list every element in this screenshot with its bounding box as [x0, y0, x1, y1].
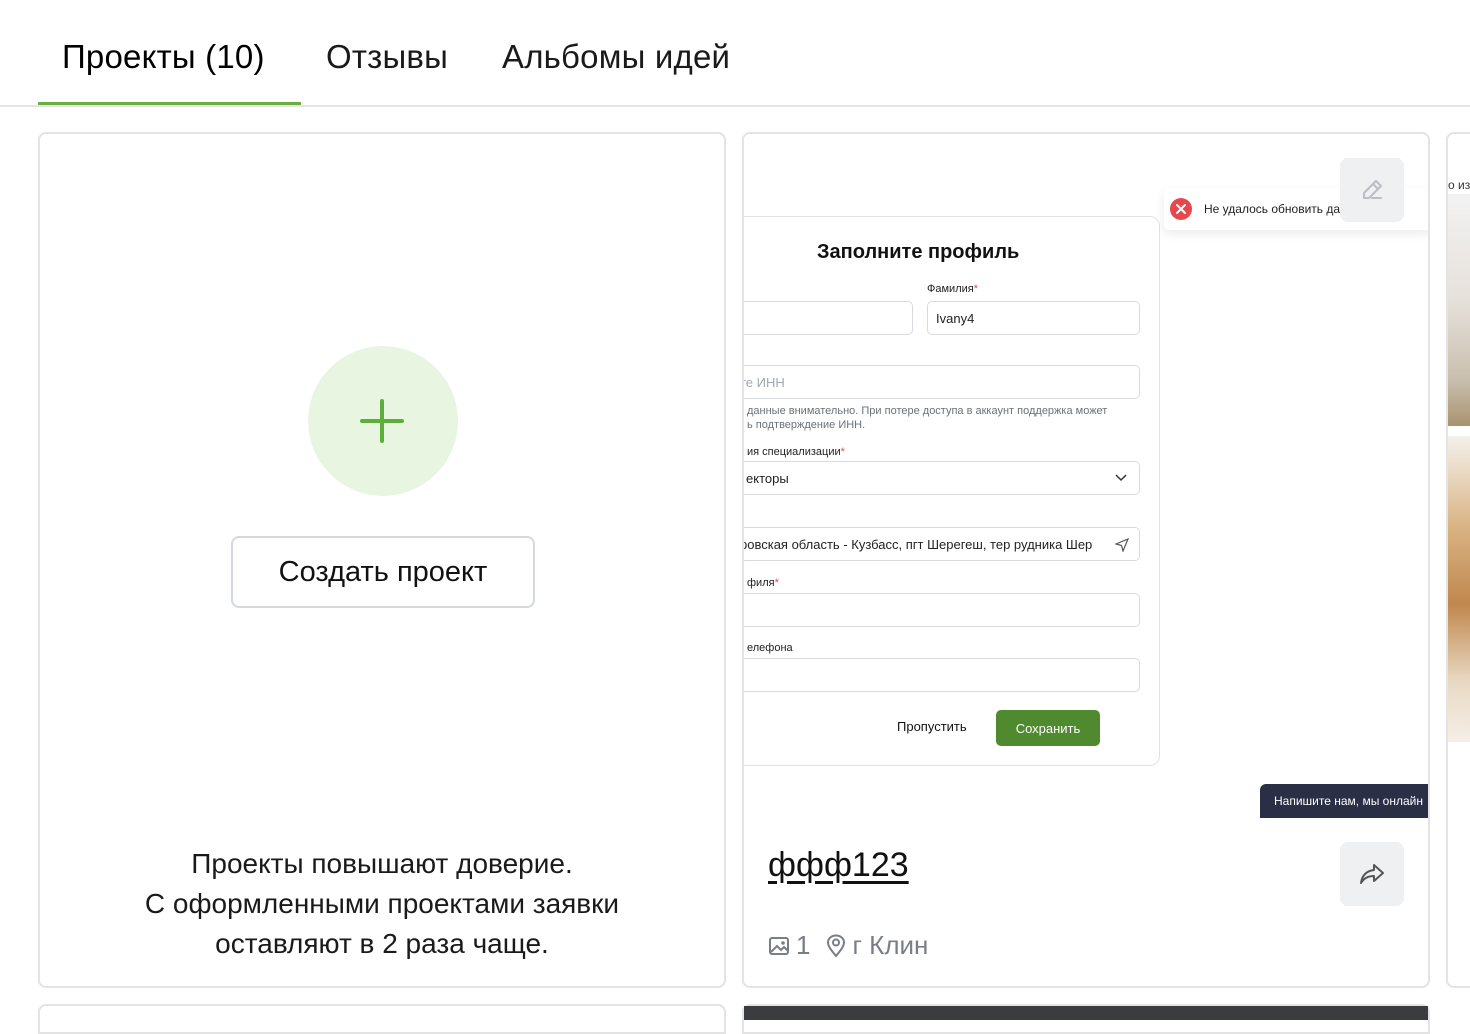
photo-count: 1	[796, 930, 811, 960]
project-card[interactable]: Заполните профиль Фамилия* Ivany4 те ИНН…	[742, 132, 1430, 988]
error-icon	[1170, 198, 1192, 220]
preview-inn-field: те ИНН	[744, 365, 1140, 399]
preview-modal-title: Заполните профиль	[817, 241, 1020, 263]
project-location: г Клин	[852, 930, 929, 960]
preview-phone-field	[744, 658, 1140, 692]
active-tab-indicator	[38, 102, 301, 105]
chevron-down-icon	[1115, 474, 1127, 482]
hint-line: Проекты повышают доверие.	[191, 848, 573, 879]
create-project-card: Создать проект Проекты повышают доверие.…	[38, 132, 726, 988]
preview-chat-widget: Напишите нам, мы онлайн	[1260, 784, 1428, 818]
next-card-photo	[1448, 436, 1470, 742]
tab-reviews[interactable]: Отзывы	[326, 38, 448, 76]
preview-inn-note: данные внимательно. При потере доступа в…	[747, 405, 1108, 431]
edit-project-button[interactable]	[1340, 158, 1404, 222]
project-preview-image[interactable]: Заполните профиль Фамилия* Ivany4 те ИНН…	[744, 134, 1428, 818]
create-project-button[interactable]: Создать проект	[231, 536, 535, 608]
preview-spec-select: екторы	[744, 461, 1140, 495]
next-card-photo	[1448, 194, 1470, 426]
image-icon	[769, 936, 789, 955]
hint-line: С оформленными проектами заявки	[144, 888, 620, 919]
next-card-text: о из	[1448, 178, 1470, 192]
tabs-bar: Проекты (10) Отзывы Альбомы идей	[0, 0, 1470, 107]
share-project-button[interactable]	[1340, 842, 1404, 906]
preview-profile-label: филя*	[747, 577, 779, 589]
preview-spec-label: ия специализации*	[747, 446, 845, 458]
preview-address-field: ровская область - Кузбасс, пгт Шерегеш, …	[744, 527, 1140, 561]
share-icon	[1360, 864, 1384, 884]
preview-save-button: Сохранить	[996, 710, 1100, 746]
project-title-link[interactable]: ффф123	[768, 846, 909, 885]
preview-phone-label: елефона	[747, 642, 793, 654]
project-meta: 1 г Клин	[768, 930, 928, 961]
hint-line: оставляют в 2 раза чаще.	[215, 928, 549, 959]
edit-icon	[1363, 180, 1382, 199]
next-project-card[interactable]: о из	[1446, 132, 1470, 988]
preview-surname-field: Ivany4	[927, 301, 1140, 335]
location-pin-icon	[827, 933, 846, 958]
next-row-card[interactable]	[38, 1004, 726, 1034]
preview-name-field	[744, 301, 913, 335]
location-arrow-icon	[1115, 538, 1129, 552]
preview-surname-label: Фамилия*	[927, 283, 978, 295]
preview-skip-button: Пропустить	[897, 719, 967, 734]
tab-idea-albums[interactable]: Альбомы идей	[502, 38, 730, 76]
next-row-card-image	[744, 1006, 1428, 1020]
create-project-hint: Проекты повышают доверие. С оформленными…	[40, 844, 724, 964]
preview-profile-field	[744, 593, 1140, 627]
preview-profile-modal: Заполните профиль Фамилия* Ivany4 те ИНН…	[744, 216, 1160, 766]
next-row-card[interactable]	[742, 1004, 1430, 1034]
add-project-button[interactable]	[308, 346, 458, 496]
tab-projects[interactable]: Проекты (10)	[62, 38, 265, 76]
